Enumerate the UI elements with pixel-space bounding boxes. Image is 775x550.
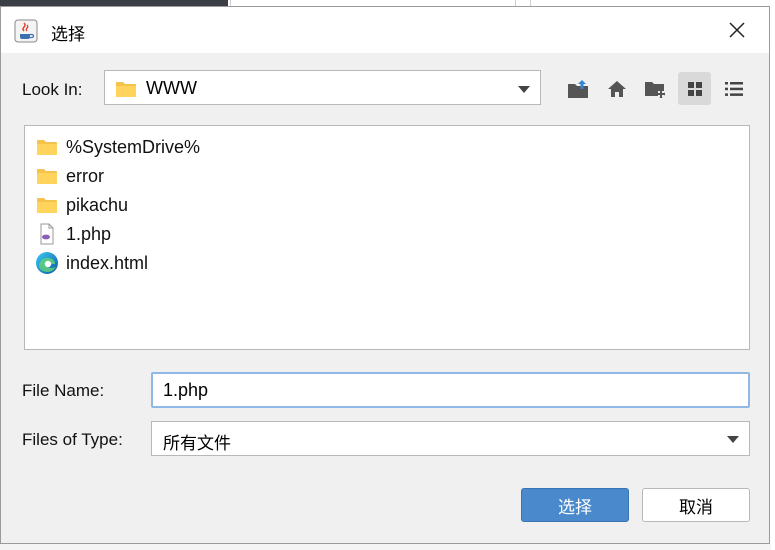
folder-icon <box>35 135 59 159</box>
home-icon <box>607 80 626 97</box>
files-of-type-label: Files of Type: <box>22 430 123 449</box>
list-item[interactable]: index.html <box>35 250 148 276</box>
approve-button[interactable]: 选择 <box>521 488 629 522</box>
file-name-label: File Name: <box>22 381 105 400</box>
file-name: %SystemDrive% <box>66 136 201 157</box>
list-view-button[interactable] <box>678 72 711 105</box>
grid-view-icon <box>687 81 702 96</box>
file-name: 1.php <box>66 223 112 244</box>
list-item[interactable]: %SystemDrive% <box>35 134 200 160</box>
list-item[interactable]: pikachu <box>35 192 128 218</box>
close-icon <box>729 22 745 38</box>
new-folder-button[interactable] <box>639 72 672 105</box>
file-list[interactable]: %SystemDrive% error pikachu 1.php index.… <box>24 125 750 350</box>
folder-icon <box>35 193 59 217</box>
look-in-value: WWW <box>146 78 197 98</box>
new-folder-icon <box>644 81 665 98</box>
list-item[interactable]: 1.php <box>35 221 111 247</box>
background-app-edge <box>771 0 775 550</box>
dialog-title: 选择 <box>51 25 85 45</box>
file-name-field[interactable] <box>151 372 750 408</box>
php-file-icon <box>35 222 59 246</box>
up-one-level-button[interactable] <box>561 72 594 105</box>
details-list-icon <box>724 81 743 96</box>
look-in-label: Look In: <box>22 80 83 99</box>
details-view-button[interactable] <box>717 72 750 105</box>
title-bar: 选择 <box>1 7 769 53</box>
edge-browser-icon <box>35 251 59 275</box>
chevron-down-icon <box>727 436 739 443</box>
folder-icon <box>35 164 59 188</box>
background-app-strip <box>0 544 775 550</box>
home-button[interactable] <box>600 72 633 105</box>
java-cup-icon <box>14 19 38 43</box>
file-name: pikachu <box>66 194 129 215</box>
list-item[interactable]: error <box>35 163 104 189</box>
files-of-type-combo[interactable]: 所有文件 <box>151 421 750 456</box>
file-name: error <box>66 165 105 186</box>
files-of-type-value: 所有文件 <box>163 434 231 454</box>
folder-up-icon <box>567 79 588 98</box>
look-in-combo[interactable]: WWW <box>104 70 541 105</box>
file-chooser-dialog: 选择 Look In: WWW %SystemDrive% error pika… <box>0 6 770 544</box>
cancel-button[interactable]: 取消 <box>642 488 750 522</box>
file-name-input[interactable] <box>163 380 723 401</box>
file-name: index.html <box>66 252 149 273</box>
folder-icon <box>115 80 137 103</box>
close-button[interactable] <box>717 13 757 47</box>
chevron-down-icon <box>518 86 530 93</box>
